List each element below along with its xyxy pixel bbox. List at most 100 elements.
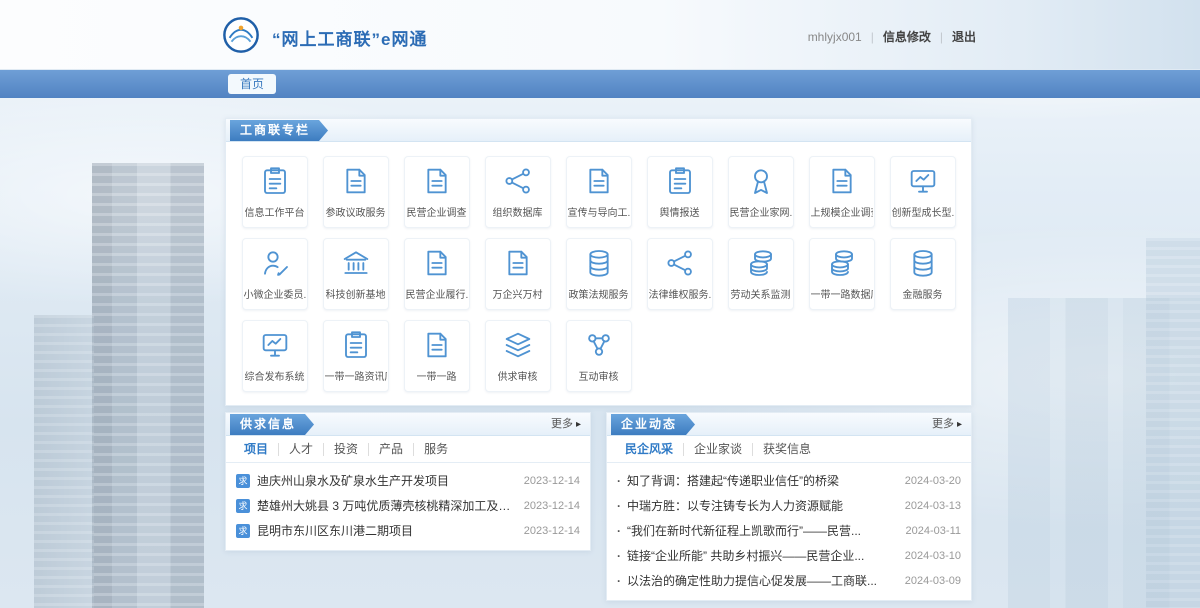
username: mhlyjx001 (808, 30, 862, 44)
app-tile-label: 综合发布系统 (245, 368, 305, 383)
bullet-icon (617, 524, 621, 538)
app-tile-label: 民营企业履行... (406, 286, 468, 301)
app-tile[interactable]: 政策法规服务 (566, 238, 632, 310)
enterprise-news-tab[interactable]: 企业家谈 (684, 443, 753, 456)
app-tile[interactable]: 民营企业家网... (728, 156, 794, 228)
item-date: 2024-03-13 (905, 500, 961, 512)
supply-demand-tab[interactable]: 人才 (279, 443, 324, 456)
site-logo-icon (222, 16, 260, 54)
demand-badge: 求 (236, 474, 250, 488)
item-title: 迪庆州山泉水及矿泉水生产开发项目 (257, 472, 516, 489)
app-tile-label: 组织数据库 (493, 204, 543, 219)
app-tile[interactable]: 供求审核 (485, 320, 551, 392)
supply-demand-item[interactable]: 求 昆明市东川区东川港二期项目 2023-12-14 (236, 518, 580, 543)
enterprise-news-item[interactable]: “我们在新时代新征程上凯歌而行”——民营... 2024-03-11 (617, 518, 961, 543)
enterprise-news-tab[interactable]: 获奖信息 (753, 443, 821, 456)
background-building-left-small (34, 315, 94, 608)
enterprise-news-item[interactable]: 知了背调：搭建起“传递职业信任”的桥梁 2024-03-20 (617, 468, 961, 493)
app-tile[interactable]: 一带一路资讯库 (323, 320, 389, 392)
app-tile[interactable]: 参政议政服务 (323, 156, 389, 228)
app-tile[interactable]: 综合发布系统 (242, 320, 308, 392)
app-tile[interactable]: 宣传与导向工... (566, 156, 632, 228)
app-tile[interactable]: 一带一路数据库 (809, 238, 875, 310)
item-title: 楚雄州大姚县 3 万吨优质薄壳核桃精深加工及科... (257, 497, 516, 514)
app-tile[interactable]: 互动审核 (566, 320, 632, 392)
app-tile[interactable]: 万企兴万村 (485, 238, 551, 310)
app-tile[interactable]: 组织数据库 (485, 156, 551, 228)
app-tile-icon (340, 329, 372, 361)
app-tile-label: 舆情报送 (660, 204, 700, 219)
app-tile-icon (259, 165, 291, 197)
app-tile[interactable]: 金融服务 (890, 238, 956, 310)
app-tile[interactable]: 民营企业履行... (404, 238, 470, 310)
item-title: “我们在新时代新征程上凯歌而行”——民营... (627, 522, 898, 539)
enterprise-news-title: 企业动态 (611, 414, 695, 435)
supply-demand-tab[interactable]: 产品 (369, 443, 414, 456)
enterprise-news-tab[interactable]: 民企风采 (615, 443, 684, 456)
gslz-panel-title: 工商联专栏 (230, 120, 328, 141)
app-tile[interactable]: 劳动关系监测 (728, 238, 794, 310)
app-tile-icon (421, 247, 453, 279)
app-tile[interactable]: 法律维权服务... (647, 238, 713, 310)
supply-demand-tab[interactable]: 项目 (234, 443, 279, 456)
app-tile-label: 政策法规服务 (569, 286, 629, 301)
item-title: 以法治的确定性助力提信心促发展——工商联... (627, 572, 897, 589)
app-tile-label: 科技创新基地 (326, 286, 386, 301)
app-tile-label: 互动审核 (579, 368, 619, 383)
app-tile-icon (502, 329, 534, 361)
item-date: 2024-03-09 (905, 575, 961, 587)
app-tile-label: 劳动关系监测 (731, 286, 791, 301)
app-tile-label: 创新型成长型... (892, 204, 954, 219)
item-date: 2023-12-14 (524, 500, 580, 512)
supply-demand-panel: 供求信息 更多 项目 人才 投资 产品 服务 求 迪庆州山泉水及矿泉水生产开发项… (225, 412, 591, 551)
app-tile[interactable]: 一带一路 (404, 320, 470, 392)
item-title: 中瑞方胜：以专注铸专长为人力资源赋能 (627, 497, 897, 514)
gslz-special-panel: 工商联专栏 信息工作平台 参政议政服务 民营企业调查 组织数据库 (225, 118, 972, 406)
app-tile-icon (826, 247, 858, 279)
app-tile-icon (421, 329, 453, 361)
link-logout[interactable]: 退出 (931, 28, 976, 45)
app-tile-icon (583, 329, 615, 361)
supply-demand-more-link[interactable]: 更多 (551, 413, 581, 436)
app-tile[interactable]: 科技创新基地 (323, 238, 389, 310)
app-tile-icon (664, 247, 696, 279)
background-building-right (1146, 238, 1200, 608)
supply-demand-item[interactable]: 求 楚雄州大姚县 3 万吨优质薄壳核桃精深加工及科... 2023-12-14 (236, 493, 580, 518)
app-tile[interactable]: 创新型成长型... (890, 156, 956, 228)
demand-badge: 求 (236, 499, 250, 513)
app-tile-label: 上规模企业调查 (811, 204, 873, 219)
supply-demand-title: 供求信息 (230, 414, 314, 435)
app-tile[interactable]: 上规模企业调查 (809, 156, 875, 228)
app-tile[interactable]: 信息工作平台 (242, 156, 308, 228)
app-tile-icon (259, 247, 291, 279)
app-tile[interactable]: 民营企业调查 (404, 156, 470, 228)
nav-home-button[interactable]: 首页 (228, 74, 276, 94)
app-tile-icon (907, 165, 939, 197)
enterprise-news-item[interactable]: 链接“企业所能” 共助乡村振兴——民营企业... 2024-03-10 (617, 543, 961, 568)
enterprise-news-item[interactable]: 中瑞方胜：以专注铸专长为人力资源赋能 2024-03-13 (617, 493, 961, 518)
app-tile-icon (421, 165, 453, 197)
supply-demand-item[interactable]: 求 迪庆州山泉水及矿泉水生产开发项目 2023-12-14 (236, 468, 580, 493)
link-info-edit[interactable]: 信息修改 (862, 28, 931, 45)
app-tile[interactable]: 小微企业委员... (242, 238, 308, 310)
gslz-panel-header: 工商联专栏 (226, 119, 971, 142)
app-tile-icon (826, 165, 858, 197)
app-tile-icon (259, 329, 291, 361)
supply-demand-tab[interactable]: 投资 (324, 443, 369, 456)
main-nav: 首页 (0, 70, 1200, 98)
supply-demand-list: 求 迪庆州山泉水及矿泉水生产开发项目 2023-12-14 求 楚雄州大姚县 3… (226, 463, 590, 550)
app-tile-label: 信息工作平台 (245, 204, 305, 219)
supply-demand-tab[interactable]: 服务 (414, 443, 458, 456)
enterprise-news-item[interactable]: 以法治的确定性助力提信心促发展——工商联... 2024-03-09 (617, 568, 961, 593)
app-tile-label: 一带一路资讯库 (325, 368, 387, 383)
app-tile-icon (664, 165, 696, 197)
app-tile[interactable]: 舆情报送 (647, 156, 713, 228)
enterprise-news-more-link[interactable]: 更多 (932, 413, 962, 436)
app-tile-icon (907, 247, 939, 279)
item-title: 昆明市东川区东川港二期项目 (257, 522, 516, 539)
background-building-left (92, 163, 204, 608)
app-tile-icon (583, 165, 615, 197)
site-header: “网上工商联”e网通 mhlyjx001 信息修改 退出 (0, 0, 1200, 70)
supply-demand-tabs: 项目 人才 投资 产品 服务 (226, 436, 590, 463)
app-tile-label: 一带一路数据库 (811, 286, 873, 301)
